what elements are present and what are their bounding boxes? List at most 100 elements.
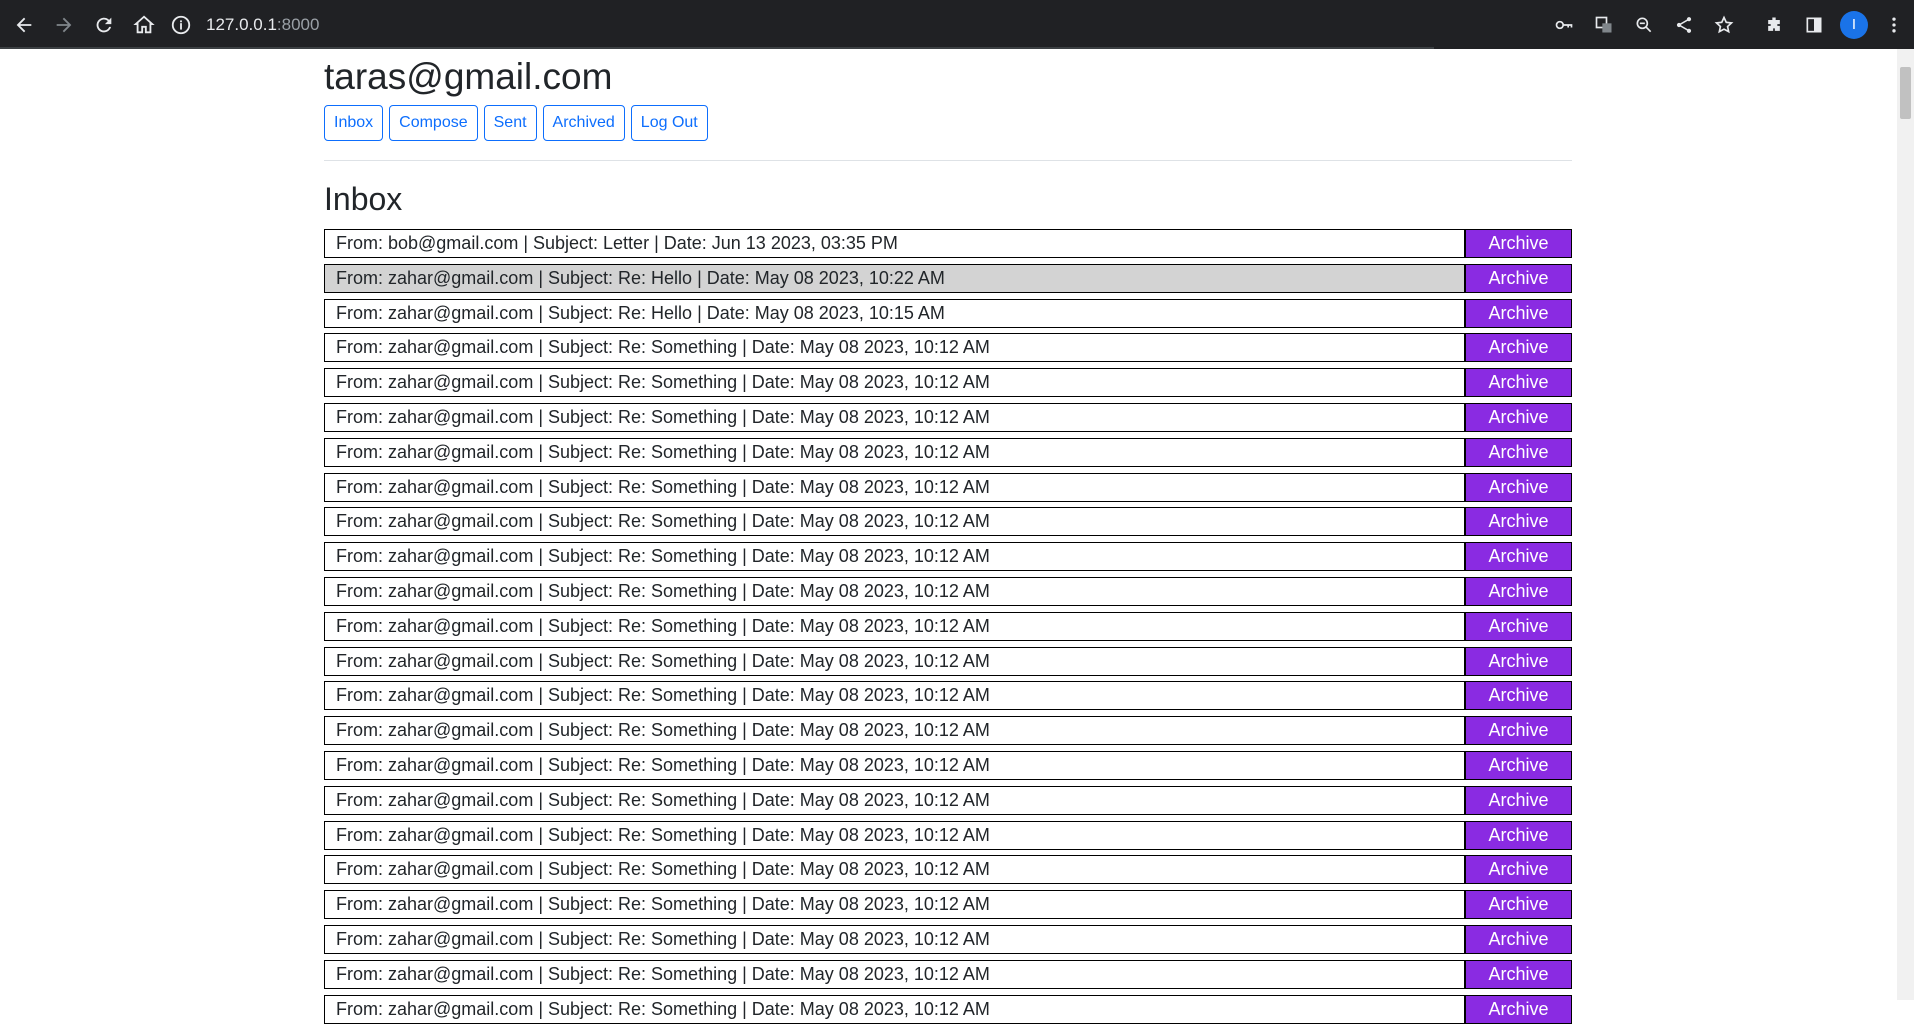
password-key-button[interactable] [1544, 5, 1584, 45]
email-list: From: bob@gmail.com | Subject: Letter | … [324, 229, 1572, 1024]
email-summary[interactable]: From: zahar@gmail.com | Subject: Re: Som… [324, 437, 1465, 467]
email-summary[interactable]: From: zahar@gmail.com | Subject: Re: Som… [324, 785, 1465, 815]
email-row: From: zahar@gmail.com | Subject: Re: Som… [324, 646, 1572, 676]
email-summary[interactable]: From: zahar@gmail.com | Subject: Re: Som… [324, 576, 1465, 606]
email-row: From: zahar@gmail.com | Subject: Re: Som… [324, 855, 1572, 885]
email-summary[interactable]: From: zahar@gmail.com | Subject: Re: Som… [324, 924, 1465, 954]
reload-icon [96, 17, 112, 32]
mailbox-title: Inbox [324, 181, 403, 217]
key-icon [1555, 20, 1573, 29]
email-summary[interactable]: From: zahar@gmail.com | Subject: Re: Som… [324, 750, 1465, 780]
email-summary[interactable]: From: zahar@gmail.com | Subject: Re: Hel… [324, 298, 1465, 328]
archive-button[interactable]: Archive [1465, 472, 1572, 502]
archive-button[interactable]: Archive [1465, 681, 1572, 711]
translate-button[interactable] [1584, 5, 1624, 45]
email-row: From: zahar@gmail.com | Subject: Re: Som… [324, 716, 1572, 746]
archive-button[interactable]: Archive [1465, 994, 1572, 1024]
email-row: From: zahar@gmail.com | Subject: Re: Som… [324, 542, 1572, 572]
archive-button[interactable]: Archive [1465, 890, 1572, 920]
forward-button[interactable] [44, 5, 84, 45]
archive-button[interactable]: Archive [1465, 716, 1572, 746]
archive-button[interactable]: Archive [1465, 646, 1572, 676]
archive-button[interactable]: Archive [1465, 959, 1572, 989]
email-summary[interactable]: From: zahar@gmail.com | Subject: Re: Som… [324, 890, 1465, 920]
archive-button[interactable]: Archive [1465, 785, 1572, 815]
email-summary[interactable]: From: zahar@gmail.com | Subject: Re: Som… [324, 820, 1465, 850]
email-summary[interactable]: From: zahar@gmail.com | Subject: Re: Som… [324, 646, 1465, 676]
email-summary[interactable]: From: zahar@gmail.com | Subject: Re: Som… [324, 368, 1465, 398]
divider [324, 160, 1572, 161]
email-summary[interactable]: From: zahar@gmail.com | Subject: Re: Som… [324, 716, 1465, 746]
logout-button[interactable]: Log Out [630, 105, 708, 141]
share-icon [1676, 16, 1692, 33]
archive-button[interactable]: Archive [1465, 437, 1572, 467]
sent-button[interactable]: Sent [483, 105, 537, 141]
email-summary[interactable]: From: zahar@gmail.com | Subject: Re: Som… [324, 402, 1465, 432]
extensions-button[interactable] [1754, 5, 1794, 45]
archive-button[interactable]: Archive [1465, 542, 1572, 572]
email-row: From: zahar@gmail.com | Subject: Re: Som… [324, 437, 1572, 467]
email-summary[interactable]: From: zahar@gmail.com | Subject: Re: Som… [324, 472, 1465, 502]
email-row: From: zahar@gmail.com | Subject: Re: Som… [324, 994, 1572, 1024]
email-summary[interactable]: From: zahar@gmail.com | Subject: Re: Som… [324, 994, 1465, 1024]
arrow-left-icon [16, 17, 32, 32]
archive-button[interactable]: Archive [1465, 333, 1572, 363]
archive-button[interactable]: Archive [1465, 298, 1572, 328]
archive-button[interactable]: Archive [1465, 402, 1572, 432]
zoom-button[interactable] [1624, 5, 1664, 45]
email-row: From: zahar@gmail.com | Subject: Re: Som… [324, 507, 1572, 537]
archive-button[interactable]: Archive [1465, 924, 1572, 954]
compose-button[interactable]: Compose [389, 105, 478, 141]
archive-button[interactable]: Archive [1465, 229, 1572, 258]
info-icon [171, 15, 191, 35]
email-summary[interactable]: From: zahar@gmail.com | Subject: Re: Som… [324, 507, 1465, 537]
email-summary[interactable]: From: zahar@gmail.com | Subject: Re: Hel… [324, 263, 1465, 293]
inbox-button[interactable]: Inbox [324, 105, 384, 141]
archive-button[interactable]: Archive [1465, 855, 1572, 885]
arrow-right-icon [56, 17, 72, 32]
email-row: From: zahar@gmail.com | Subject: Re: Som… [324, 402, 1572, 432]
side-panel-icon [1806, 17, 1822, 32]
email-summary[interactable]: From: zahar@gmail.com | Subject: Re: Som… [324, 333, 1465, 363]
email-summary[interactable]: From: zahar@gmail.com | Subject: Re: Som… [324, 959, 1465, 989]
back-button[interactable] [4, 5, 44, 45]
archive-button[interactable]: Archive [1465, 263, 1572, 293]
translate-icon [1595, 16, 1612, 32]
avatar: I [1840, 10, 1868, 39]
url-text: 127.0.0.1:8000 [206, 15, 320, 34]
archived-button[interactable]: Archived [542, 105, 625, 141]
email-row: From: zahar@gmail.com | Subject: Re: Som… [324, 611, 1572, 641]
email-row: From: zahar@gmail.com | Subject: Re: Som… [324, 576, 1572, 606]
email-summary[interactable]: From: zahar@gmail.com | Subject: Re: Som… [324, 611, 1465, 641]
email-row: From: bob@gmail.com | Subject: Letter | … [324, 229, 1572, 258]
email-row: From: zahar@gmail.com | Subject: Re: Som… [324, 681, 1572, 711]
browser-toolbar: 127.0.0.1:8000 I [0, 0, 1914, 49]
kebab-menu-icon [1892, 17, 1896, 32]
home-button[interactable] [124, 5, 164, 45]
email-summary[interactable]: From: zahar@gmail.com | Subject: Re: Som… [324, 542, 1465, 572]
email-row: From: zahar@gmail.com | Subject: Re: Hel… [324, 263, 1572, 293]
side-panel-button[interactable] [1794, 5, 1834, 45]
archive-button[interactable]: Archive [1465, 611, 1572, 641]
reload-button[interactable] [84, 5, 124, 45]
email-summary[interactable]: From: bob@gmail.com | Subject: Letter | … [324, 229, 1465, 258]
menu-button[interactable] [1874, 5, 1914, 45]
star-icon [1714, 15, 1734, 33]
email-row: From: zahar@gmail.com | Subject: Re: Som… [324, 820, 1572, 850]
archive-button[interactable]: Archive [1465, 576, 1572, 606]
email-row: From: zahar@gmail.com | Subject: Re: Hel… [324, 298, 1572, 328]
address-bar[interactable]: 127.0.0.1:8000 [170, 7, 1530, 43]
archive-button[interactable]: Archive [1465, 368, 1572, 398]
email-row: From: zahar@gmail.com | Subject: Re: Som… [324, 472, 1572, 502]
zoom-out-icon [1636, 17, 1652, 32]
profile-button[interactable]: I [1834, 5, 1874, 45]
email-summary[interactable]: From: zahar@gmail.com | Subject: Re: Som… [324, 681, 1465, 711]
email-summary[interactable]: From: zahar@gmail.com | Subject: Re: Som… [324, 855, 1465, 885]
archive-button[interactable]: Archive [1465, 507, 1572, 537]
page-scrollbar[interactable] [1897, 49, 1914, 1000]
scrollbar-thumb[interactable] [1900, 67, 1911, 119]
archive-button[interactable]: Archive [1465, 820, 1572, 850]
share-button[interactable] [1664, 5, 1704, 45]
bookmark-button[interactable] [1704, 5, 1744, 45]
archive-button[interactable]: Archive [1465, 750, 1572, 780]
